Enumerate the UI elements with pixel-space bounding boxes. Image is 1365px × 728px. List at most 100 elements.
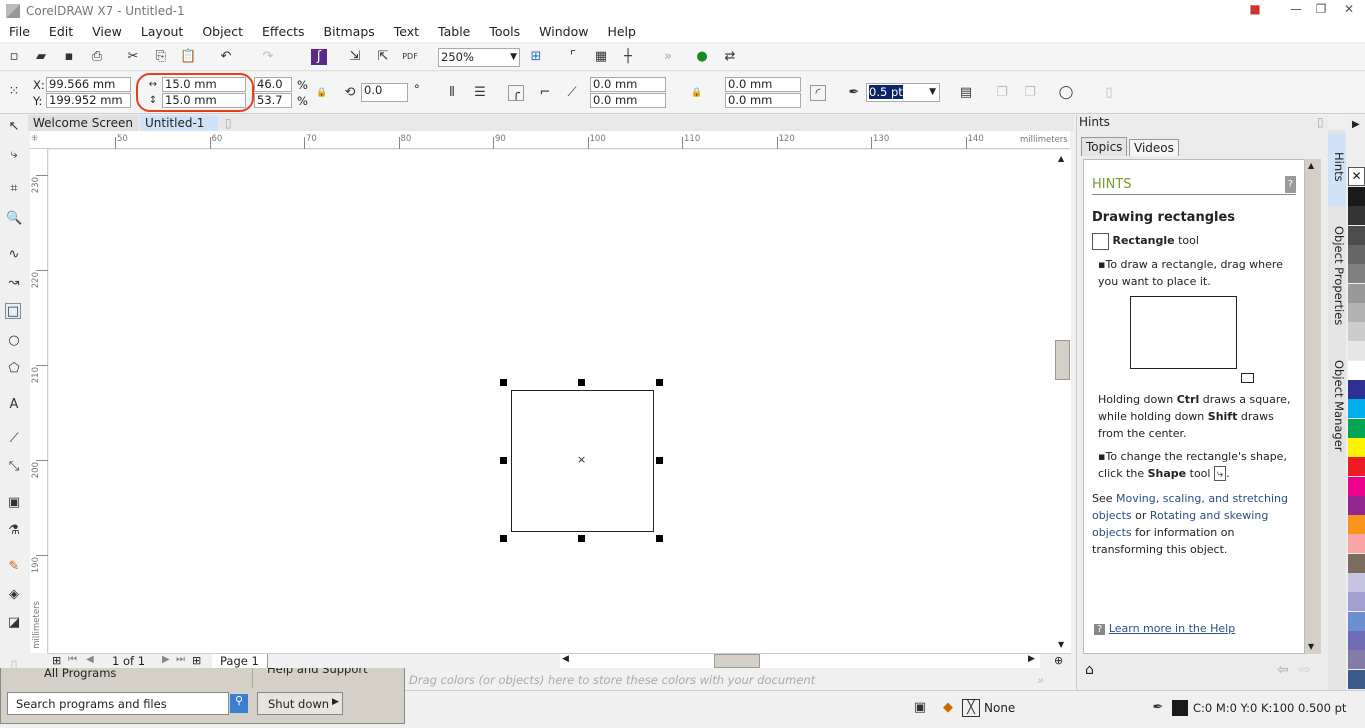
scroll-left-icon[interactable]: ◀ — [562, 654, 569, 664]
close-button[interactable]: ✕ — [1338, 2, 1360, 18]
ruler-origin-icon[interactable]: ⁜ — [31, 134, 38, 144]
menu-bitmaps[interactable]: Bitmaps — [324, 22, 375, 42]
restore-button[interactable]: ❐ — [1310, 2, 1332, 18]
menu-view[interactable]: View — [92, 22, 122, 42]
guidelines-icon[interactable]: ┼ — [620, 49, 636, 65]
publish-pdf-icon[interactable]: PDF — [402, 49, 418, 65]
color-swatch[interactable] — [1348, 515, 1365, 535]
palette-scroll-up-icon[interactable]: ▶ — [1352, 119, 1360, 130]
search-icon[interactable]: ⚲ — [230, 694, 248, 713]
corner-bottom-right-field[interactable]: 0.0 mm — [725, 93, 801, 108]
selection-handle[interactable] — [578, 379, 585, 386]
horizontal-scroll-thumb[interactable] — [714, 654, 760, 668]
mirror-vertical-icon[interactable]: ☰ — [472, 85, 488, 101]
print-icon[interactable]: ⎙ — [89, 49, 105, 65]
ellipse-tool-icon[interactable]: ○ — [6, 333, 22, 349]
forward-icon[interactable]: ⇨ — [1299, 662, 1311, 678]
drop-shadow-tool-icon[interactable]: ▣ — [6, 495, 22, 511]
zoom-to-page-icon[interactable]: ⊞ — [528, 49, 544, 65]
toolbar-handle-icon[interactable]: ▯ — [1101, 85, 1117, 101]
shutdown-options-icon[interactable]: ▶ — [332, 697, 339, 707]
tab-welcome-screen[interactable]: Welcome Screen — [28, 115, 138, 131]
next-page-icon[interactable]: ▶ — [162, 654, 170, 665]
more-icon[interactable]: » — [660, 49, 676, 65]
height-field[interactable]: 15.0 mm — [162, 93, 246, 108]
color-swatch[interactable] — [1348, 650, 1365, 670]
smart-fill-tool-icon[interactable]: ◪ — [6, 615, 22, 631]
no-color-swatch[interactable]: ✕ — [1348, 167, 1365, 186]
cut-icon[interactable]: ✂ — [125, 49, 141, 65]
crop-tool-icon[interactable]: ⌗ — [6, 181, 22, 197]
last-page-icon[interactable]: ⏭ — [176, 654, 185, 665]
scale-x-field[interactable]: 46.0 — [254, 77, 292, 92]
drawing-canvas[interactable]: × — [49, 150, 1055, 653]
new-document-icon[interactable]: ▫ — [6, 49, 22, 65]
color-swatch[interactable] — [1348, 322, 1365, 342]
mirror-horizontal-icon[interactable]: ⫴ — [444, 85, 460, 101]
back-icon[interactable]: ⇦ — [1277, 662, 1289, 678]
menu-help[interactable]: Help — [607, 22, 636, 42]
add-page-after-icon[interactable]: ⊞ — [192, 654, 201, 667]
minimize-button[interactable]: — — [1285, 2, 1307, 18]
horizontal-scrollbar[interactable]: ◀ ▶ — [560, 654, 1040, 668]
scroll-up-icon[interactable]: ▲ — [1308, 161, 1314, 170]
copy-icon[interactable]: ⎘ — [153, 49, 169, 65]
selection-handle[interactable] — [656, 535, 663, 542]
round-corner-icon[interactable]: ╭ — [508, 85, 524, 101]
text-tool-icon[interactable]: A — [6, 397, 22, 413]
scroll-down-icon[interactable]: ▼ — [1308, 642, 1314, 651]
search-programs-input[interactable]: Search programs and files — [7, 692, 229, 715]
selection-handle[interactable] — [500, 535, 507, 542]
transparency-tool-icon[interactable]: ⚗ — [6, 523, 22, 539]
lock-ratio-icon[interactable]: 🔒 — [314, 85, 330, 101]
to-front-icon[interactable]: ❐ — [994, 85, 1010, 101]
zoom-tool-icon[interactable]: 🔍 — [6, 211, 22, 227]
menu-layout[interactable]: Layout — [141, 22, 184, 42]
interactive-fill-tool-icon[interactable]: ◈ — [6, 587, 22, 603]
redo-icon[interactable]: ↷ — [260, 49, 276, 65]
first-page-icon[interactable]: ⏮ — [68, 654, 77, 665]
color-swatch[interactable] — [1348, 418, 1365, 438]
text-wrap-icon[interactable]: ▤ — [958, 85, 974, 101]
menu-window[interactable]: Window — [539, 22, 588, 42]
undo-icon[interactable]: ↶ — [218, 49, 234, 65]
export-icon[interactable]: ⇱ — [375, 49, 391, 65]
application-launcher-icon[interactable]: ● — [694, 49, 710, 65]
rulers-icon[interactable]: ⌜ — [565, 49, 581, 65]
artistic-media-tool-icon[interactable]: ↝ — [6, 275, 22, 291]
scroll-right-icon[interactable]: ▶ — [1028, 654, 1035, 664]
open-icon[interactable]: ▰ — [33, 49, 49, 65]
color-swatch[interactable] — [1348, 457, 1365, 477]
tab-close-icon[interactable]: ▯ — [220, 115, 236, 131]
polygon-tool-icon[interactable]: ⬠ — [6, 361, 22, 377]
outline-width-select[interactable]: 0.5 pt ▼ — [866, 83, 940, 102]
vertical-ruler[interactable]: 230 220 210 200 190 millimeters — [30, 149, 48, 653]
shape-tool-icon[interactable]: ⤷ — [6, 147, 22, 163]
document-palette[interactable]: Drag colors (or objects) here to store t… — [405, 673, 1070, 689]
zoom-level-select[interactable]: 250% ▼ — [438, 48, 520, 67]
color-swatch[interactable] — [1348, 534, 1365, 554]
color-swatch[interactable] — [1348, 225, 1365, 245]
shutdown-button[interactable]: Shut down ▶ — [257, 692, 343, 715]
scalloped-corner-icon[interactable]: ⌐ — [537, 85, 553, 101]
color-swatch[interactable] — [1348, 437, 1365, 457]
color-swatch[interactable] — [1348, 476, 1365, 496]
side-tab-object-properties[interactable]: Object Properties — [1328, 208, 1346, 340]
eyedropper-tool-icon[interactable]: ✎ — [6, 559, 22, 575]
width-field[interactable]: 15.0 mm — [162, 77, 246, 92]
connector-tool-icon[interactable]: ⤡ — [6, 459, 22, 475]
selection-handle[interactable] — [656, 457, 663, 464]
color-swatch[interactable] — [1348, 573, 1365, 592]
zoom-navigator-icon[interactable]: ⊕ — [1054, 654, 1063, 667]
menu-object[interactable]: Object — [202, 22, 243, 42]
color-swatch[interactable] — [1348, 302, 1365, 322]
selection-handle[interactable] — [656, 379, 663, 386]
color-swatch[interactable] — [1348, 611, 1365, 631]
hints-scrollbar[interactable]: ▲ ▼ — [1305, 159, 1321, 654]
help-support-item[interactable]: Help and Support — [255, 668, 403, 688]
import-icon[interactable]: ⇲ — [347, 49, 363, 65]
user-icon[interactable]: ■ — [1244, 2, 1266, 18]
home-icon[interactable]: ⌂ — [1085, 662, 1103, 680]
rectangle-tool-icon[interactable]: □ — [5, 303, 21, 319]
corner-bottom-left-field[interactable]: 0.0 mm — [590, 93, 666, 108]
